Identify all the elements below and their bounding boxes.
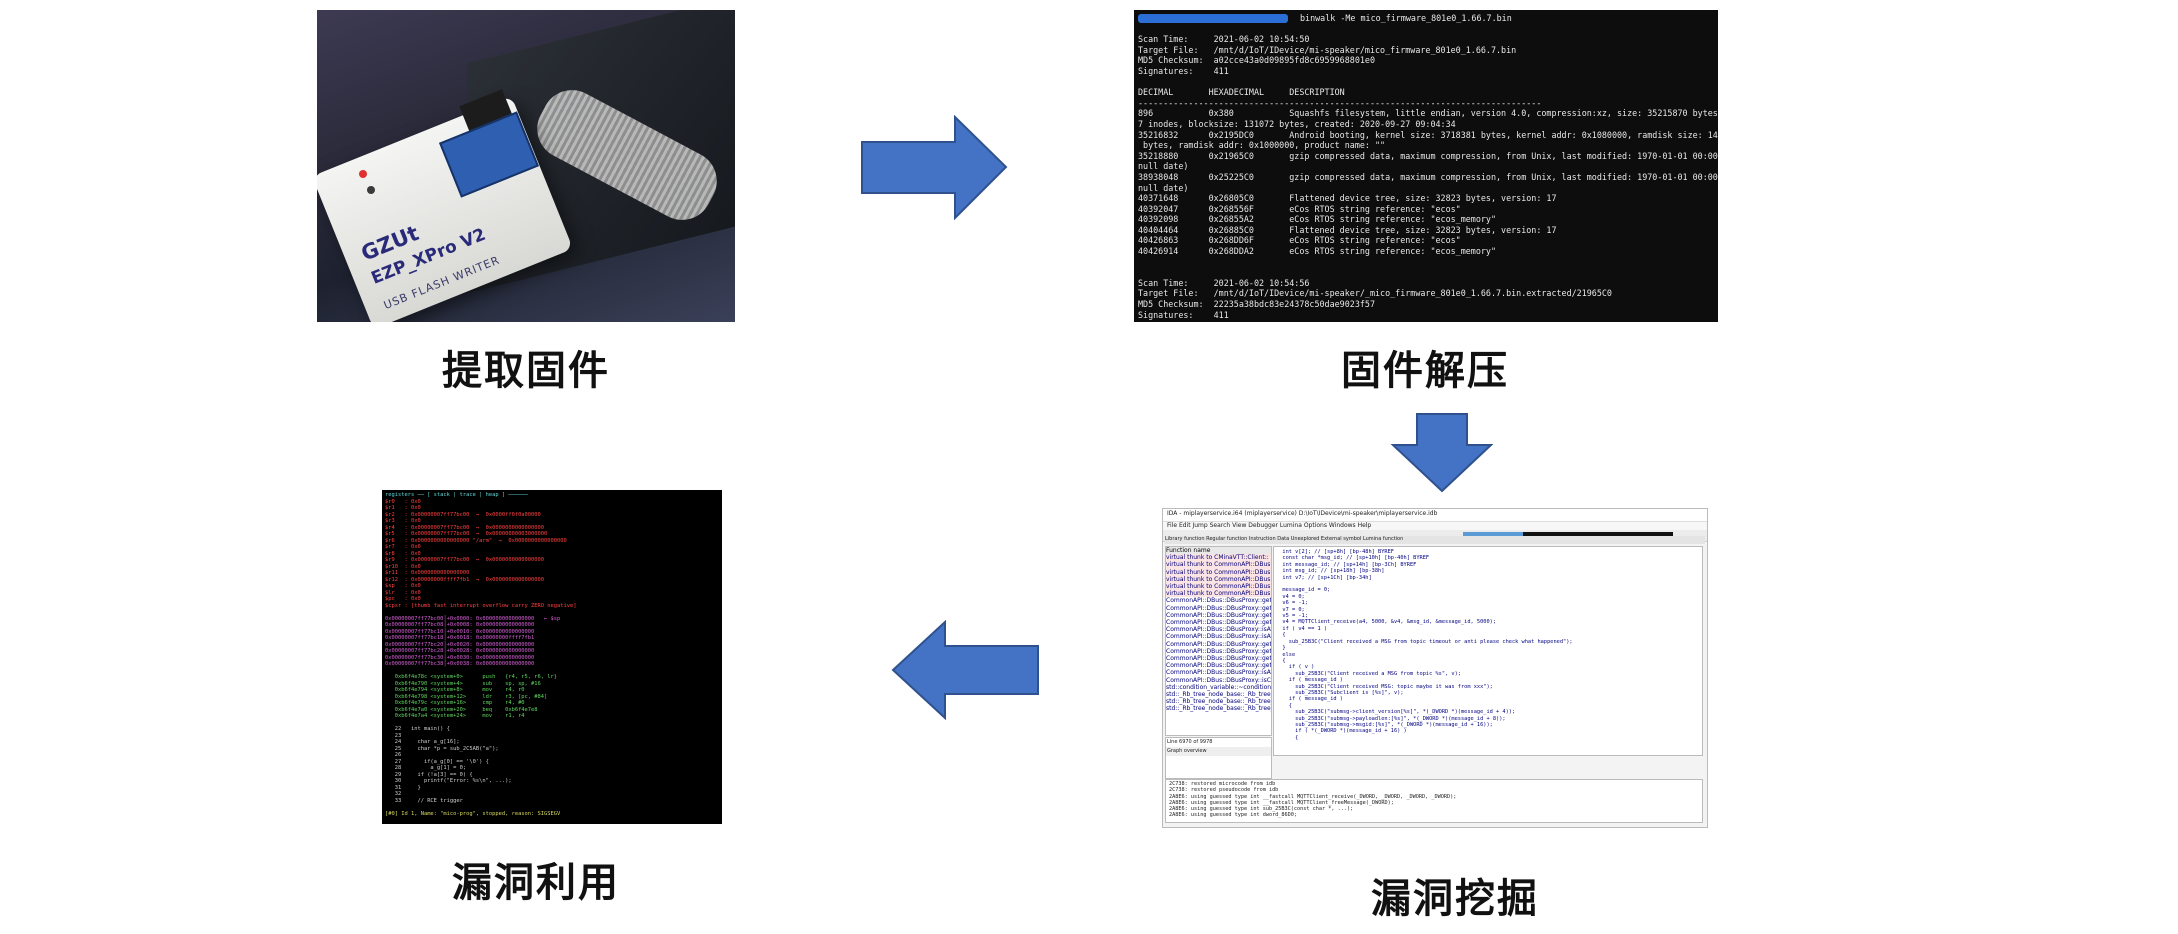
caption-exploit: 漏洞利用 xyxy=(452,860,620,906)
terminal-command: binwalk -Me mico_firmware_801e0_1.66.7.b… xyxy=(1300,13,1512,23)
function-item[interactable]: CommonAPI::DBus::DBusProxy::getInter xyxy=(1166,648,1271,655)
functions-window[interactable]: Function name virtual thunk to CMinaVTT:… xyxy=(1165,546,1272,736)
output-window: 2C738: restored microcode from idb 2C738… xyxy=(1165,779,1703,823)
binwalk-terminal: binwalk -Me mico_firmware_801e0_1.66.7.b… xyxy=(1134,10,1718,322)
function-item[interactable]: virtual thunk to CommonAPI::DBus::DBu xyxy=(1166,561,1271,569)
functions-header: Function name xyxy=(1166,547,1271,555)
function-item[interactable]: virtual thunk to CommonAPI::DBus::DBu xyxy=(1166,568,1271,576)
function-item[interactable]: CommonAPI::DBus::DBusProxy::isAvailab xyxy=(1166,626,1271,633)
gdb-debugger: registers ── [ stack | trace | heap ] ──… xyxy=(382,490,722,824)
function-item[interactable]: virtual thunk to CommonAPI::DBus::DBu xyxy=(1166,583,1271,591)
function-item[interactable]: CommonAPI::DBus::DBusProxy::getInter xyxy=(1166,612,1271,619)
caption-extract: 提取固件 xyxy=(442,348,610,394)
caption-unpack: 固件解压 xyxy=(1341,348,1509,394)
graph-overview[interactable]: Line 6970 of 9978 Graph overview xyxy=(1165,737,1272,779)
graph-label: Graph overview xyxy=(1166,747,1271,757)
function-item[interactable]: std::_Rb_tree_node_base::_Rb_tree_node xyxy=(1166,705,1271,712)
function-list[interactable]: virtual thunk to CMinaVTT::Client:: virtu… xyxy=(1166,554,1271,712)
arrow-right-icon xyxy=(861,115,1008,220)
function-item[interactable]: CommonAPI::DBus::DBusProxy::getInter xyxy=(1166,662,1271,669)
ida-menubar[interactable]: File Edit Jump Search View Debugger Lumi… xyxy=(1163,522,1707,530)
terminal-output: Scan Time: 2021-06-02 10:54:50 Target Fi… xyxy=(1138,34,1718,320)
arrow-down-icon xyxy=(1390,413,1494,493)
function-item[interactable]: std::_Rb_tree_node_base::_Rb_tree_node xyxy=(1166,691,1271,698)
led-dark-icon xyxy=(367,186,375,194)
pseudocode-text: int v[2]; // [sp+8h] [bp-48h] BYREF cons… xyxy=(1282,549,1573,741)
debugger-line: [#1] 0x0007f0 → main(... argc) xyxy=(385,824,719,825)
ida-titlebar: IDA - miplayerservice.i64 (miplayerservi… xyxy=(1163,509,1707,522)
caption-mining: 漏洞挖掘 xyxy=(1371,876,1539,922)
arrow-left-icon xyxy=(891,620,1039,720)
function-item[interactable]: CommonAPI::DBus::DBusProxy::getDBusC xyxy=(1166,655,1271,662)
ida-window: IDA - miplayerservice.i64 (miplayerservi… xyxy=(1162,508,1708,828)
function-item[interactable]: std::condition_variable::~condition_vari… xyxy=(1166,684,1271,691)
prompt-highlight xyxy=(1138,13,1288,23)
function-item[interactable]: virtual thunk to CMinaVTT::Client:: xyxy=(1166,554,1271,562)
function-item[interactable]: CommonAPI::DBus::DBusProxy::getDBusC xyxy=(1166,597,1271,604)
line-info: Line 6970 of 9978 xyxy=(1167,739,1213,745)
function-item[interactable]: CommonAPI::DBus::DBusProxy::isAvailab xyxy=(1166,633,1271,640)
pseudocode-view[interactable]: int v[2]; // [sp+8h] [bp-48h] BYREF cons… xyxy=(1273,546,1703,756)
output-text: 2C738: restored microcode from idb 2C738… xyxy=(1169,781,1457,819)
function-item[interactable]: CommonAPI::DBus::DBusProxy::getProxy xyxy=(1166,641,1271,648)
programmer-photo: GZUt EZP_XPro V2 USB FLASH WRITER xyxy=(317,10,735,322)
led-red-icon xyxy=(359,170,367,178)
debugger-output: $r0 : 0x0 $r1 : 0x0 $r2 : 0x00000007ff77bc… xyxy=(385,499,719,825)
function-item[interactable]: std::_Rb_tree_node_base::_Rb_tree_node xyxy=(1166,698,1271,705)
function-item[interactable]: CommonAPI::DBus::DBusProxy::isConnect xyxy=(1166,677,1271,684)
function-item[interactable]: virtual thunk to CommonAPI::DBus::DBu xyxy=(1166,590,1271,598)
function-item[interactable]: CommonAPI::DBus::DBusProxy::getAddre xyxy=(1166,605,1271,612)
ida-legend: Library function Regular function Instru… xyxy=(1165,536,1705,544)
function-item[interactable]: CommonAPI::DBus::DBusProxy::isAvailab xyxy=(1166,669,1271,676)
function-item[interactable]: CommonAPI::DBus::DBusProxy::getInter xyxy=(1166,619,1271,626)
function-item[interactable]: virtual thunk to CommonAPI::DBus::DBu xyxy=(1166,575,1271,584)
